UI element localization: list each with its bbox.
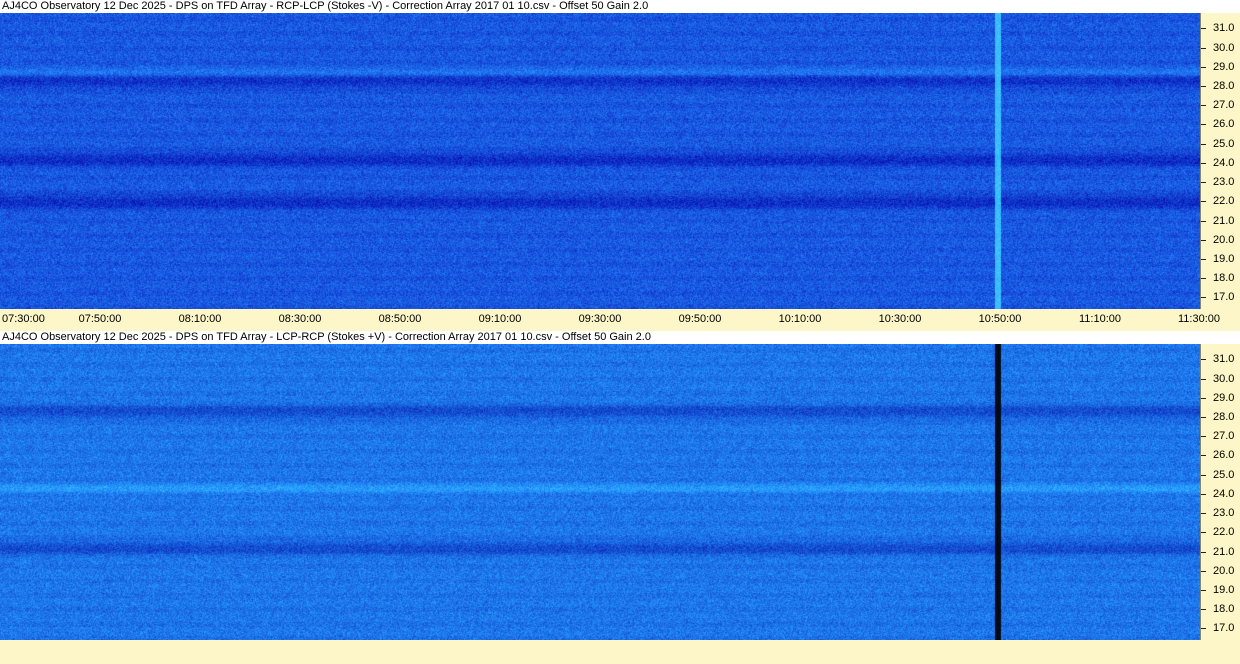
frequency-tick-label: 22.0 [1213,195,1235,208]
time-tick-label: 11:10:00 [1078,313,1122,325]
frequency-tick-label: 24.0 [1213,487,1235,500]
frequency-tick [1201,609,1206,611]
spectrogram-top [0,13,1200,309]
chart-title-bottom: AJ4CO Observatory 12 Dec 2025 - DPS on T… [0,331,1240,344]
frequency-tick-label: 31.0 [1213,22,1235,35]
frequency-tick [1201,220,1206,222]
frequency-tick [1201,359,1206,361]
frequency-axis-top: 31.0 30.0 29.0 28.0 27.0 26.0 25.0 24.0 23.0 22.0… [1200,13,1240,309]
time-tick-label: 10:10:00 [778,313,822,325]
frequency-tick-label: 27.0 [1213,99,1235,112]
time-tick-label: 08:10:00 [178,313,222,325]
frequency-tick [1201,570,1206,572]
frequency-tick-label: 23.0 [1213,176,1235,189]
frequency-tick-label: 29.0 [1213,60,1235,73]
frequency-tick [1201,628,1206,630]
spectrogram-canvas-bottom [0,344,1200,640]
frequency-tick [1201,297,1206,299]
frequency-tick [1201,143,1206,145]
frequency-tick-label: 30.0 [1213,372,1235,385]
time-axis: 07:30:00 07:50:00 08:10:00 08:30:00 08:50:00… [0,309,1240,331]
frequency-tick-label: 23.0 [1213,507,1235,520]
frequency-tick-label: 18.0 [1213,603,1235,616]
frequency-tick-label: 22.0 [1213,526,1235,539]
frequency-tick-label: 28.0 [1213,411,1235,424]
frequency-tick-label: 29.0 [1213,391,1235,404]
frequency-tick [1201,590,1206,592]
frequency-tick [1201,47,1206,49]
time-tick-label: 07:30:00 [2,313,45,325]
frequency-tick-label: 27.0 [1213,430,1235,443]
time-tick-label: 10:50:00 [978,313,1022,325]
frequency-tick [1201,397,1206,399]
frequency-tick [1201,455,1206,457]
frequency-tick-label: 25.0 [1213,137,1235,150]
frequency-tick [1201,417,1206,419]
frequency-tick-label: 28.0 [1213,80,1235,93]
frequency-tick-label: 26.0 [1213,449,1235,462]
spectrogram-bottom [0,344,1200,640]
frequency-tick [1201,278,1206,280]
spectrogram-canvas-top [0,13,1200,309]
chart-title-top: AJ4CO Observatory 12 Dec 2025 - DPS on T… [0,0,1240,13]
frequency-tick-label: 20.0 [1213,233,1235,246]
time-tick-label: 07:50:00 [78,313,122,325]
bottom-margin [0,640,1240,664]
frequency-tick [1201,182,1206,184]
frequency-tick [1201,66,1206,68]
time-tick-label: 10:30:00 [878,313,922,325]
frequency-tick-label: 21.0 [1213,214,1235,227]
frequency-tick [1201,86,1206,88]
frequency-tick-label: 17.0 [1213,622,1235,635]
frequency-tick-label: 19.0 [1213,253,1235,266]
time-tick-label: 11:30:00 [1177,313,1220,325]
frequency-tick-label: 20.0 [1213,564,1235,577]
time-tick-label: 09:50:00 [678,313,722,325]
frequency-tick [1201,474,1206,476]
frequency-tick [1201,162,1206,164]
frequency-tick [1201,105,1206,107]
frequency-tick [1201,239,1206,241]
frequency-tick [1201,493,1206,495]
frequency-tick [1201,513,1206,515]
frequency-tick [1201,124,1206,126]
frequency-tick-label: 17.0 [1213,291,1235,304]
frequency-tick-label: 19.0 [1213,584,1235,597]
frequency-tick [1201,378,1206,380]
time-tick-label: 09:10:00 [478,313,522,325]
time-tick-label: 09:30:00 [578,313,622,325]
frequency-tick [1201,436,1206,438]
frequency-tick [1201,551,1206,553]
frequency-tick-label: 21.0 [1213,545,1235,558]
frequency-tick [1201,532,1206,534]
frequency-tick-label: 26.0 [1213,118,1235,131]
frequency-tick-label: 31.0 [1213,353,1235,366]
time-tick-label: 08:50:00 [378,313,422,325]
frequency-tick-label: 24.0 [1213,156,1235,169]
frequency-tick-label: 18.0 [1213,272,1235,285]
time-tick-label: 08:30:00 [278,313,322,325]
frequency-tick [1201,28,1206,30]
frequency-axis-bottom: 31.0 30.0 29.0 28.0 27.0 26.0 25.0 24.0 23.0 22.0… [1200,344,1240,640]
frequency-tick-label: 30.0 [1213,41,1235,54]
frequency-tick-label: 25.0 [1213,468,1235,481]
frequency-tick [1201,201,1206,203]
frequency-tick [1201,259,1206,261]
